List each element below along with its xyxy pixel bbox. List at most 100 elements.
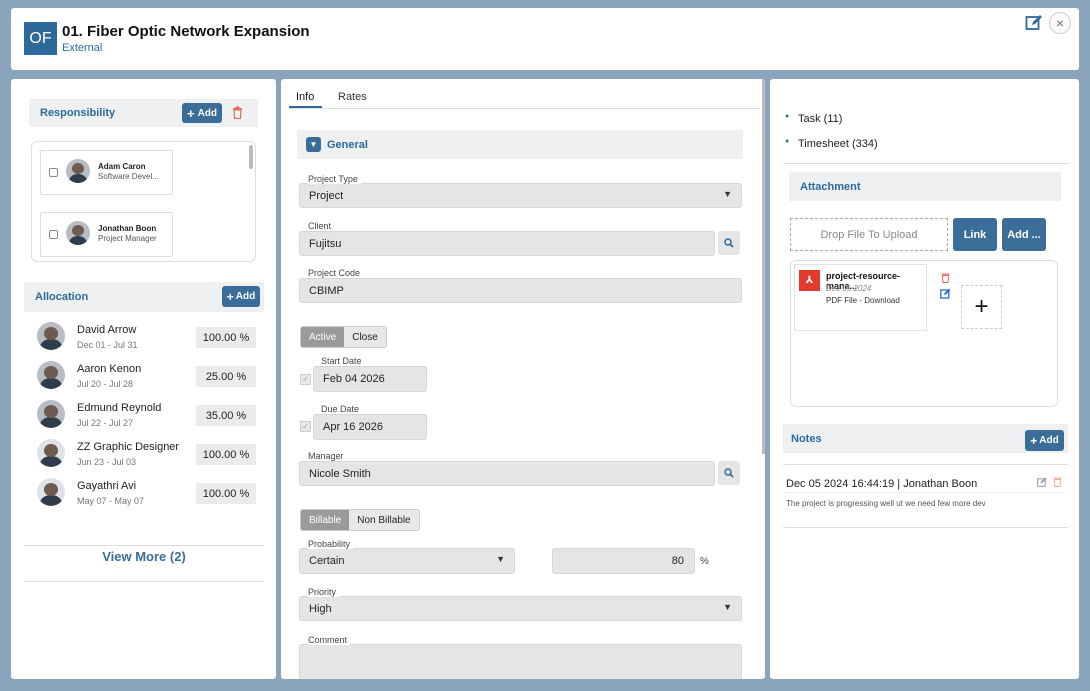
trash-icon[interactable] [941, 272, 950, 283]
responsibility-header: Responsibility [29, 99, 258, 127]
non-billable-option[interactable]: Non Billable [349, 510, 419, 530]
task-link[interactable]: Task (11) [785, 113, 843, 125]
percent-unit: % [700, 556, 709, 567]
chevron-down-icon: ▼ [723, 189, 732, 199]
start-date-value: Feb 04 2026 [323, 373, 385, 385]
probability-label: Probability [308, 539, 354, 549]
priority-select[interactable]: High ▼ [299, 596, 742, 621]
project-code-label: Project Code [308, 268, 364, 278]
avatar [37, 322, 65, 350]
chevron-down-icon: ▼ [723, 602, 732, 612]
general-section-header[interactable]: General [297, 130, 743, 159]
search-icon [724, 238, 734, 248]
divider [24, 545, 264, 546]
allocation-row[interactable]: Gayathri Avi May 07 - May 07 100.00 % [29, 478, 259, 514]
search-icon [724, 468, 734, 478]
probability-percent-input[interactable]: 80 [552, 548, 695, 574]
trash-icon[interactable] [232, 106, 243, 119]
note-header: Dec 05 2024 16:44:19 | Jonathan Boon [786, 478, 978, 490]
add-note-label: Add [1039, 435, 1059, 446]
allocation-row[interactable]: David Arrow Dec 01 - Jul 31 100.00 % [29, 322, 259, 358]
note-body: The project is progressing well ut we ne… [786, 499, 986, 508]
allocation-row[interactable]: Aaron Kenon Jul 20 - Jul 28 25.00 % [29, 361, 259, 397]
close-button[interactable]: × [1049, 12, 1071, 34]
member-role: Project Manager [98, 234, 157, 243]
billing-toggle[interactable]: Billable Non Billable [300, 509, 420, 531]
drop-file-zone[interactable]: Drop File To Upload [790, 218, 948, 251]
view-more-link[interactable]: View More (2) [24, 549, 264, 564]
divider [786, 492, 1066, 493]
allocation-percent: 25.00 % [196, 366, 256, 387]
due-date-field[interactable]: Apr 16 2026 [313, 414, 427, 440]
page-header: OF 01. Fiber Optic Network Expansion Ext… [11, 8, 1079, 70]
due-date-label: Due Date [321, 404, 363, 414]
page-title: 01. Fiber Optic Network Expansion [62, 23, 310, 40]
allocation-title: Allocation [35, 291, 89, 303]
manager-label: Manager [308, 451, 347, 461]
client-field[interactable]: Fujitsu [299, 231, 715, 256]
project-type-label: Project Type [308, 174, 361, 184]
chevron-down-icon[interactable]: ▼ [306, 137, 321, 152]
avatar [37, 400, 65, 428]
left-panel: Responsibility + Add Adam Caron Software … [11, 79, 276, 679]
due-date-checkbox[interactable]: ✓ [300, 421, 311, 432]
probability-select[interactable]: Certain ▼ [299, 548, 515, 574]
plus-icon: + [226, 289, 234, 304]
status-toggle[interactable]: Active Close [300, 326, 387, 348]
file-card[interactable]: ⅄ project-resource-mana... Dec 05 2024 P… [794, 264, 951, 331]
scrollbar[interactable] [249, 145, 253, 169]
allocation-name: David Arrow [77, 324, 137, 336]
link-button[interactable]: Link [953, 218, 997, 251]
add-allocation-button[interactable]: + Add [222, 286, 260, 307]
manager-value: Nicole Smith [309, 467, 371, 480]
member-checkbox[interactable] [49, 230, 58, 239]
project-code-field[interactable]: CBIMP [299, 278, 742, 303]
scrollbar[interactable] [762, 79, 765, 454]
project-code-value: CBIMP [309, 284, 344, 297]
allocation-percent: 100.00 % [196, 483, 256, 504]
add-note-button[interactable]: + Add [1025, 430, 1064, 451]
project-avatar: OF [24, 22, 57, 55]
manager-field[interactable]: Nicole Smith [299, 461, 715, 486]
member-name: Jonathan Boon [98, 224, 157, 233]
divider [783, 163, 1068, 164]
responsibility-card[interactable]: Jonathan Boon Project Manager [40, 212, 173, 257]
tab-rates[interactable]: Rates [338, 91, 367, 103]
client-label: Client [308, 221, 335, 231]
avatar [37, 361, 65, 389]
add-responsibility-button[interactable]: + Add [182, 103, 222, 123]
edit-icon[interactable] [1037, 477, 1047, 487]
comment-textarea[interactable] [299, 644, 742, 679]
client-search-button[interactable] [718, 231, 740, 255]
allocation-row[interactable]: ZZ Graphic Designer Jun 23 - Jul 03 100.… [29, 439, 259, 475]
allocation-dates: Jul 22 - Jul 27 [77, 418, 134, 428]
probability-percent-value: 80 [671, 555, 684, 567]
responsibility-card[interactable]: Adam Caron Software Devel... [40, 150, 173, 195]
status-close-option[interactable]: Close [344, 327, 386, 347]
edit-icon[interactable] [1025, 14, 1043, 32]
add-responsibility-label: Add [197, 107, 218, 119]
responsibility-list[interactable]: Adam Caron Software Devel... Jonathan Bo… [31, 141, 256, 262]
add-file-button[interactable]: + [961, 285, 1002, 329]
manager-search-button[interactable] [718, 461, 740, 485]
start-date-checkbox[interactable]: ✓ [300, 374, 311, 385]
member-checkbox[interactable] [49, 168, 58, 177]
start-date-field[interactable]: Feb 04 2026 [313, 366, 427, 392]
divider [783, 464, 1068, 465]
billable-option[interactable]: Billable [301, 510, 350, 530]
divider [289, 108, 760, 109]
allocation-row[interactable]: Edmund Reynold Jul 22 - Jul 27 35.00 % [29, 400, 259, 436]
file-type-download[interactable]: PDF File - Download [826, 296, 900, 305]
divider [783, 527, 1068, 528]
edit-icon[interactable] [940, 288, 951, 299]
member-role: Software Devel... [98, 172, 159, 181]
trash-icon[interactable] [1053, 476, 1062, 487]
timesheet-link[interactable]: Timesheet (334) [785, 138, 878, 150]
status-active-option[interactable]: Active [301, 327, 345, 347]
tab-info[interactable]: Info [296, 91, 314, 103]
plus-icon: + [186, 105, 195, 121]
member-name: Adam Caron [98, 162, 146, 171]
project-type-select[interactable]: Project ▼ [299, 183, 742, 208]
avatar [66, 221, 90, 245]
add-attachment-button[interactable]: Add ... [1002, 218, 1046, 251]
